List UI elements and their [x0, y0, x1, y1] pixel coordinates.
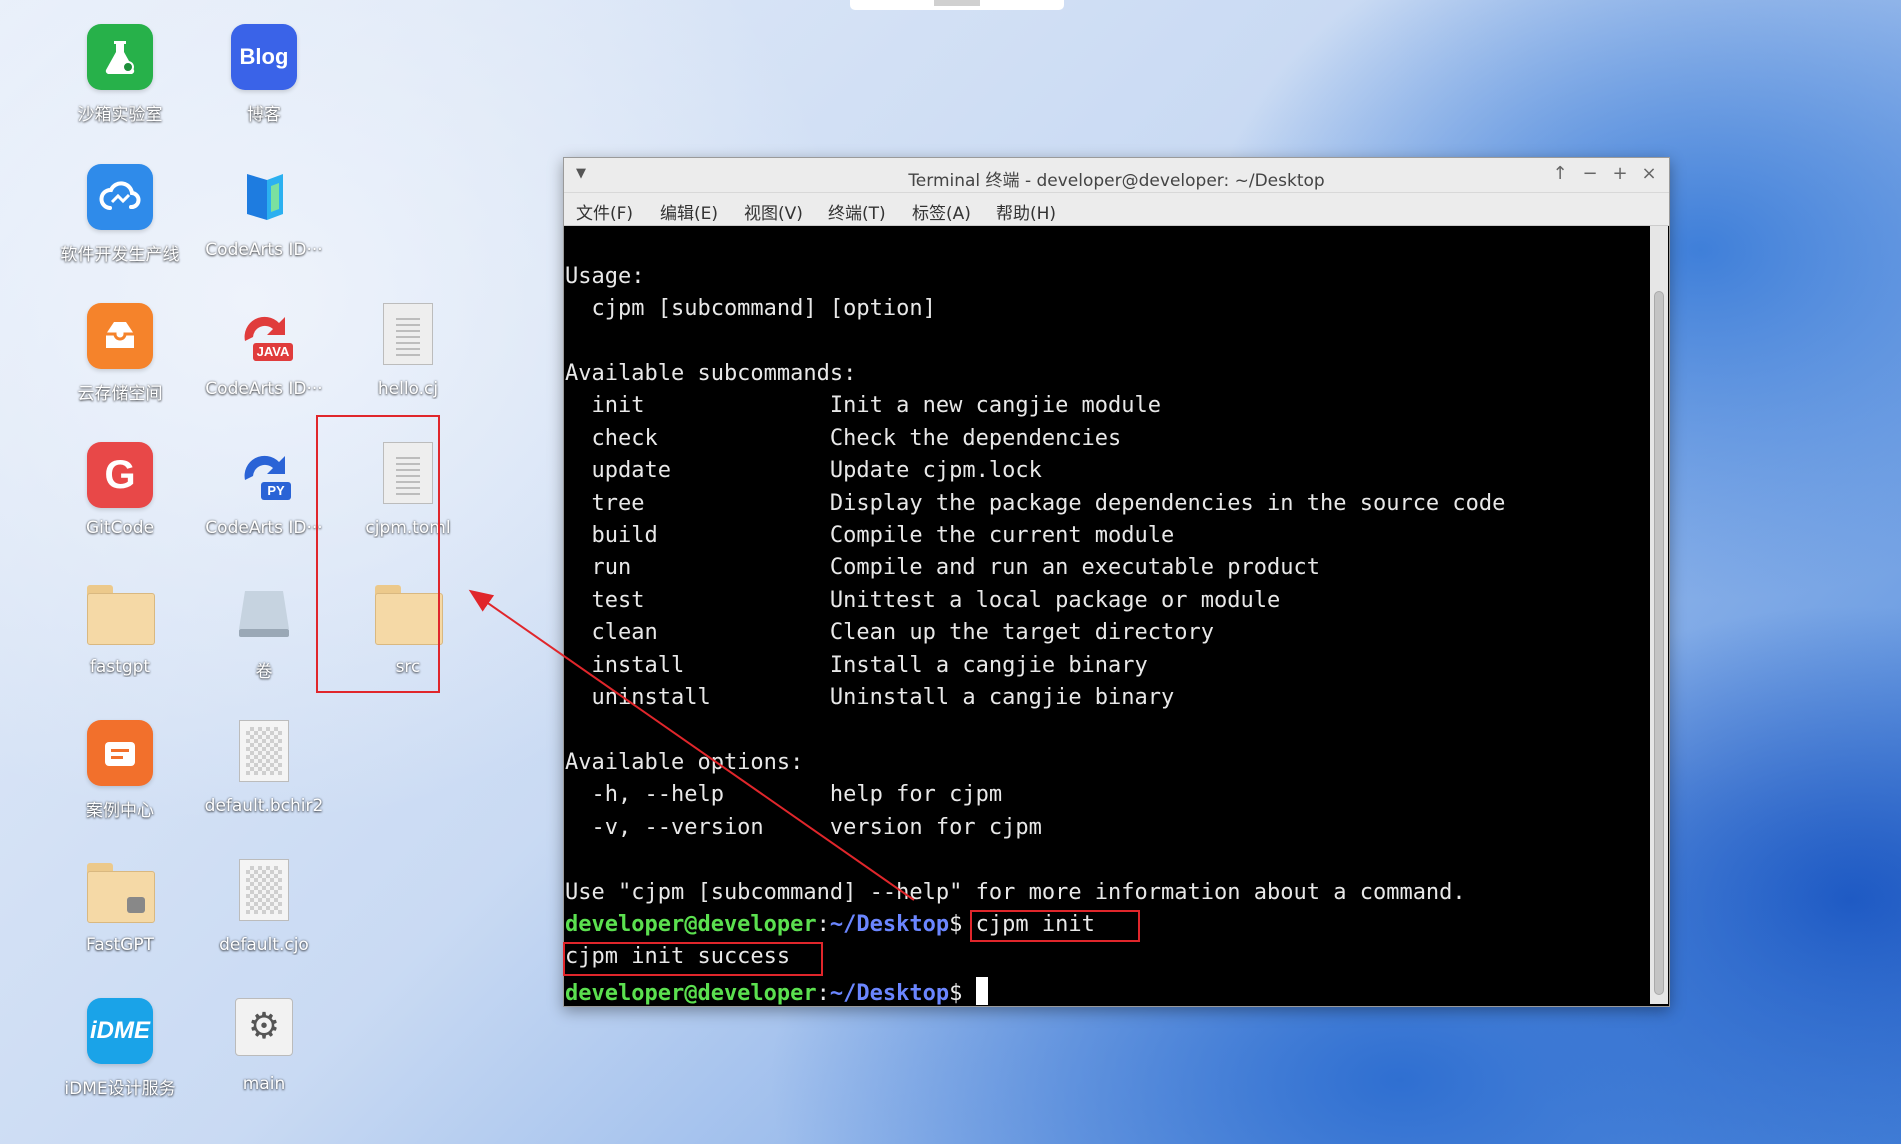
- annotation-arrow: [468, 589, 915, 901]
